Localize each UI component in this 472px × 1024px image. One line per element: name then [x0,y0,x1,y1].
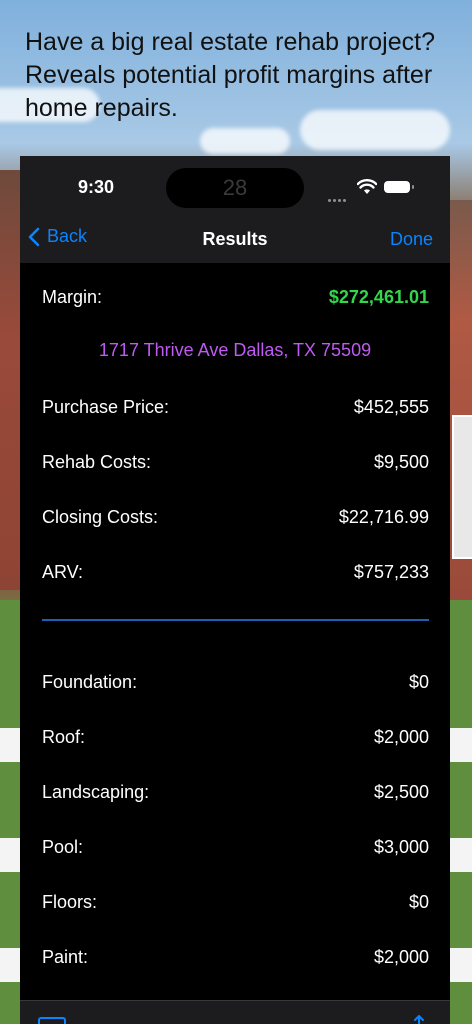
repair-row: Floors: $0 [42,890,429,914]
row-value: $2,000 [373,726,429,747]
margin-label: Margin: [42,286,103,307]
page-title: Results [202,229,268,249]
row-value: $0 [408,671,429,692]
row-label: Roof: [42,726,86,747]
section-divider [42,619,429,621]
row-value: $0 [408,891,429,912]
fence-rail [450,728,472,762]
wifi-icon [357,179,377,194]
repair-row: Roof: $2,000 [42,725,429,749]
row-label: Pool: [42,836,84,857]
summary-row: Purchase Price: $452,555 [42,395,429,419]
repair-row: Foundation: $0 [42,670,429,694]
margin-row: Margin: $272,461.01 [42,285,429,309]
row-label: Closing Costs: [42,506,159,527]
row-label: ARV: [42,561,84,582]
done-button[interactable]: Done [390,229,433,250]
cloud [200,128,290,154]
row-value: $3,000 [373,836,429,857]
share-icon[interactable] [410,1015,428,1024]
dynamic-island: 28 [166,168,304,208]
row-label: Paint: [42,946,89,967]
repair-row: Landscaping: $2,500 [42,780,429,804]
status-bar: 9:30 28 [20,156,450,220]
property-address: 1717 Thrive Ave Dallas, TX 75509 [98,340,372,360]
summary-row: Closing Costs: $22,716.99 [42,505,429,529]
fence-rail [0,838,22,872]
row-label: Rehab Costs: [42,451,152,472]
row-value: $22,716.99 [338,506,429,527]
repair-row: Paint: $2,000 [42,945,429,969]
promo-headline: Have a big real estate rehab project? Re… [25,28,435,122]
row-label: Floors: [42,891,98,912]
fence-rail [450,838,472,872]
row-label: Foundation: [42,671,138,692]
tray-icon[interactable] [38,1017,66,1024]
battery-icon [384,181,414,193]
island-number: 28 [222,175,248,200]
repair-row: Pool: $3,000 [42,835,429,859]
fence-rail [450,948,472,982]
fence-rail [0,948,22,982]
row-value: $2,000 [373,946,429,967]
summary-row: Rehab Costs: $9,500 [42,450,429,474]
row-label: Landscaping: [42,781,150,802]
house-window [452,415,472,559]
row-value: $757,233 [353,561,429,582]
phone-screen: 9:30 28 Back Results Done Margin: $272,4… [20,156,450,1024]
bottom-toolbar [20,1000,450,1024]
row-value: $9,500 [373,451,429,472]
house-wall-left [0,170,22,590]
row-label: Purchase Price: [42,396,170,417]
margin-value: $272,461.01 [328,286,429,307]
status-time: 9:30 [78,177,115,197]
row-value: $2,500 [373,781,429,802]
fence-rail [0,728,22,762]
row-value: $452,555 [353,396,429,417]
navigation-bar: Back Results Done [20,220,450,263]
signal-icon [328,189,348,207]
summary-row: ARV: $757,233 [42,560,429,584]
